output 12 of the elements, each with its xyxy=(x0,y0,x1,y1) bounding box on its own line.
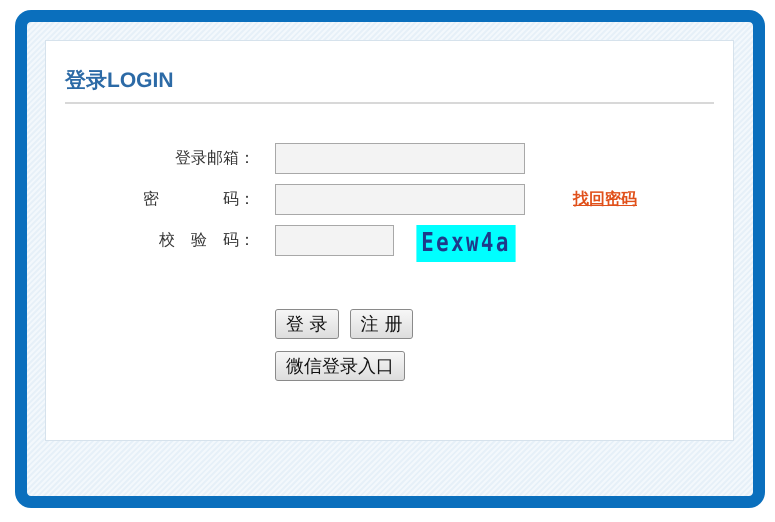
forgot-password-link[interactable]: 找回密码 xyxy=(573,184,637,214)
field-label: 登录邮箱： xyxy=(174,147,255,169)
field-label: 校 验 码： xyxy=(158,229,255,251)
form-button[interactable]: 登 录 xyxy=(275,309,339,339)
login-title: 登录LOGIN xyxy=(65,67,714,104)
captcha-image[interactable]: Eexw4a xyxy=(416,225,516,262)
captcha-field[interactable] xyxy=(275,225,394,256)
form-button[interactable]: 注 册 xyxy=(350,309,414,339)
form-button[interactable]: 微信登录入口 xyxy=(275,351,405,381)
field-label: 密 码： xyxy=(142,188,255,210)
password-field[interactable] xyxy=(275,184,525,215)
email-field[interactable] xyxy=(275,143,525,174)
